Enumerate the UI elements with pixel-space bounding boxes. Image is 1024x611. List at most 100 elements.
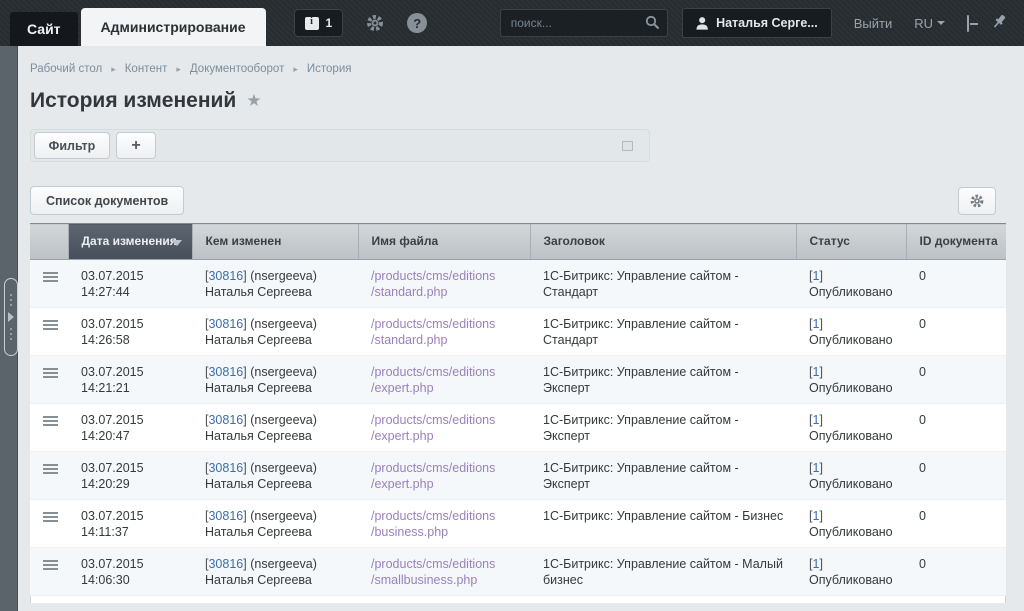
cell-status: [1] Опубликовано xyxy=(796,500,906,548)
breadcrumb-separator-icon: ▸ xyxy=(176,64,181,75)
column-header-modified-by[interactable]: Кем изменен xyxy=(192,224,358,260)
cell-filename: /products/cms/editions /expert.php xyxy=(358,452,530,500)
file-path-link[interactable]: /standard.php xyxy=(371,332,522,348)
notification-icon xyxy=(305,17,319,30)
file-path-link[interactable]: /expert.php xyxy=(371,380,522,396)
cell-status: [1] Опубликовано xyxy=(796,548,906,596)
filter-collapse-icon[interactable] xyxy=(622,141,633,151)
column-header-status[interactable]: Статус xyxy=(796,224,906,260)
table-row: 03.07.201514:06:30 [30816] (nsergeeva) Н… xyxy=(30,548,1006,596)
breadcrumb-item-content[interactable]: Контент xyxy=(125,63,168,75)
notifications-button[interactable]: 1 xyxy=(294,9,344,37)
add-filter-button[interactable]: + xyxy=(116,132,156,159)
cell-modified-by: [30816] (nsergeeva) Наталья Сергеева xyxy=(192,260,358,308)
row-menu-icon[interactable] xyxy=(43,512,58,524)
tab-site-label: Сайт xyxy=(27,21,61,37)
table-row: 03.07.201514:21:21 [30816] (nsergeeva) Н… xyxy=(30,356,1006,404)
sidebar-expand-handle[interactable] xyxy=(4,278,18,356)
cell-filename: /products/cms/editions /standard.php xyxy=(358,260,530,308)
language-label: RU xyxy=(914,16,933,31)
collapsed-sidebar-rail xyxy=(0,46,18,611)
cell-title: 1С-Битрикс: Управление сайтом - Малый би… xyxy=(530,548,796,596)
breadcrumb-separator-icon: ▸ xyxy=(293,64,298,75)
user-id-link[interactable]: 30816 xyxy=(208,269,243,283)
grid-settings-button[interactable] xyxy=(958,187,996,215)
user-id-link[interactable]: 30816 xyxy=(208,557,243,571)
cell-doc-id: 0 xyxy=(906,260,1006,308)
breadcrumb-item-history[interactable]: История xyxy=(307,63,352,75)
file-path-link[interactable]: /smallbusiness.php xyxy=(371,572,522,588)
notification-count: 1 xyxy=(326,16,333,30)
column-header-title[interactable]: Заголовок xyxy=(530,224,796,260)
help-button[interactable]: ? xyxy=(407,13,427,33)
cell-modified-by: [30816] (nsergeeva) Наталья Сергеева xyxy=(192,308,358,356)
cell-status: [1] Опубликовано xyxy=(796,260,906,308)
file-path-link[interactable]: /products/cms/editions xyxy=(371,556,522,572)
tab-admin-label: Администрирование xyxy=(101,19,246,35)
tab-admin[interactable]: Администрирование xyxy=(81,8,266,46)
cell-status: [1] Опубликовано xyxy=(796,452,906,500)
column-header-doc-id[interactable]: ID документа xyxy=(906,224,1006,260)
panel-settings-button[interactable] xyxy=(967,16,969,31)
chevron-down-icon xyxy=(937,21,945,25)
user-id-link[interactable]: 30816 xyxy=(208,317,243,331)
row-menu-icon[interactable] xyxy=(43,320,58,332)
file-path-link[interactable]: /products/cms/editions xyxy=(371,460,522,476)
row-menu-icon[interactable] xyxy=(43,368,58,380)
cell-doc-id: 0 xyxy=(906,404,1006,452)
search-icon xyxy=(645,15,660,30)
file-path-link[interactable]: /products/cms/editions xyxy=(371,364,522,380)
search-input[interactable] xyxy=(500,9,668,37)
user-id-link[interactable]: 30816 xyxy=(208,365,243,379)
filter-panel: Фильтр + xyxy=(30,129,650,162)
file-path-link[interactable]: /expert.php xyxy=(371,476,522,492)
view-tab-document-list[interactable]: Список документов xyxy=(30,186,184,215)
cell-doc-id: 0 xyxy=(906,548,1006,596)
cell-date: 03.07.201514:21:21 xyxy=(68,356,192,404)
row-menu-icon[interactable] xyxy=(43,464,58,476)
settings-gear-button[interactable] xyxy=(365,13,385,33)
tab-site[interactable]: Сайт xyxy=(10,12,78,46)
main-content: Рабочий стол ▸ Контент ▸ Документооборот… xyxy=(18,46,1024,603)
file-path-link[interactable]: /business.php xyxy=(371,524,522,540)
file-path-link[interactable]: /products/cms/editions xyxy=(371,508,522,524)
row-menu-icon[interactable] xyxy=(43,272,58,284)
table-row: 03.07.201514:27:44 [30816] (nsergeeva) Н… xyxy=(30,260,1006,308)
file-path-link[interactable]: /products/cms/editions xyxy=(371,412,522,428)
user-menu-button[interactable]: Наталья Серге... xyxy=(682,8,832,38)
file-path-link[interactable]: /expert.php xyxy=(371,428,522,444)
file-path-link[interactable]: /products/cms/editions xyxy=(371,316,522,332)
user-id-link[interactable]: 30816 xyxy=(208,413,243,427)
cell-modified-by: [30816] (nsergeeva) Наталья Сергеева xyxy=(192,548,358,596)
file-path-link[interactable]: /standard.php xyxy=(371,284,522,300)
language-selector[interactable]: RU xyxy=(914,16,945,31)
history-table-body: 03.07.201514:27:44 [30816] (nsergeeva) Н… xyxy=(30,260,1006,596)
row-menu-icon[interactable] xyxy=(43,416,58,428)
file-path-link[interactable]: /products/cms/editions xyxy=(371,268,522,284)
favorite-star-icon[interactable]: ★ xyxy=(246,91,261,111)
cell-title: 1С-Битрикс: Управление сайтом - Стандарт xyxy=(530,308,796,356)
cell-date: 03.07.201514:26:58 xyxy=(68,308,192,356)
breadcrumb-separator-icon: ▸ xyxy=(111,64,116,75)
breadcrumb-item-desktop[interactable]: Рабочий стол xyxy=(30,63,102,75)
user-icon xyxy=(696,16,708,30)
cell-status: [1] Опубликовано xyxy=(796,308,906,356)
pin-button[interactable] xyxy=(991,13,1008,33)
column-header-date[interactable]: Дата изменения xyxy=(68,224,192,260)
cell-title: 1С-Битрикс: Управление сайтом - Эксперт xyxy=(530,356,796,404)
cell-title: 1С-Битрикс: Управление сайтом - Бизнес xyxy=(530,500,796,548)
cell-doc-id: 0 xyxy=(906,452,1006,500)
cell-date: 03.07.201514:11:37 xyxy=(68,500,192,548)
cell-date: 03.07.201514:20:29 xyxy=(68,452,192,500)
breadcrumb-item-workflow[interactable]: Документооборот xyxy=(190,63,284,75)
cell-title: 1С-Битрикс: Управление сайтом - Эксперт xyxy=(530,452,796,500)
user-id-link[interactable]: 30816 xyxy=(208,509,243,523)
filter-button[interactable]: Фильтр xyxy=(34,132,110,159)
history-grid: Дата изменения Кем изменен Имя файла Заг… xyxy=(30,223,1006,603)
user-id-link[interactable]: 30816 xyxy=(208,461,243,475)
help-icon: ? xyxy=(407,13,427,33)
column-header-filename[interactable]: Имя файла xyxy=(358,224,530,260)
logout-link[interactable]: Выйти xyxy=(854,16,893,31)
pin-icon xyxy=(991,13,1008,30)
row-menu-icon[interactable] xyxy=(43,560,58,572)
